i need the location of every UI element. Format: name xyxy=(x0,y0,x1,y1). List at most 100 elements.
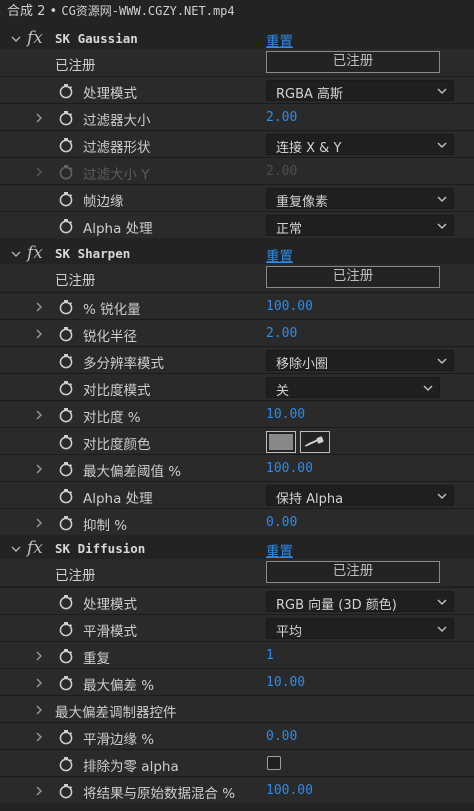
prop-row-diffusion-max-dev: 最大偏差 % 10.00 xyxy=(0,668,474,695)
gaussian-alpha-dropdown[interactable]: 正常 xyxy=(266,215,454,237)
fx-icon[interactable]: fx xyxy=(27,28,43,48)
sharpen-radius-value[interactable]: 2.00 xyxy=(266,326,297,341)
prop-row-sharpen-contrast-color: 对比度颜色 xyxy=(0,427,474,454)
stopwatch-icon[interactable] xyxy=(58,648,74,664)
prop-row-diffusion-repeat: 重复 1 xyxy=(0,641,474,668)
prop-row-diffusion-smooth-edge: 平滑边缘 % 0.00 xyxy=(0,722,474,749)
diffusion-repeat-value[interactable]: 1 xyxy=(266,648,274,663)
gaussian-mode-dropdown[interactable]: RGBA 高斯 xyxy=(266,80,454,102)
sharpen-max-dev-value[interactable]: 100.00 xyxy=(266,461,313,476)
dropdown-value: 重复像素 xyxy=(276,195,329,210)
eyedropper-icon xyxy=(304,436,324,447)
gaussian-filter-size-label: 过滤器大小 xyxy=(83,113,151,129)
twirl-open-icon[interactable] xyxy=(10,248,22,260)
sharpen-multires-label: 多分辨率模式 xyxy=(83,356,164,372)
twirl-open-icon[interactable] xyxy=(10,33,22,45)
diffusion-mode-label: 处理模式 xyxy=(83,597,137,613)
dropdown-value: RGB 向量 (3D 颜色) xyxy=(276,598,397,613)
chevron-down-icon xyxy=(437,88,447,94)
registered-button-sharpen[interactable]: 已注册 xyxy=(266,266,440,288)
stopwatch-icon[interactable] xyxy=(58,110,74,126)
dropdown-value: 平均 xyxy=(276,625,303,640)
twirl-closed-icon[interactable] xyxy=(34,677,46,689)
dropdown-value: 正常 xyxy=(276,222,303,237)
stopwatch-icon[interactable] xyxy=(58,83,74,99)
diffusion-smooth-mode-dropdown[interactable]: 平均 xyxy=(266,618,454,640)
stopwatch-icon[interactable] xyxy=(58,380,74,396)
reset-link-diffusion[interactable]: 重置 xyxy=(266,540,293,560)
diffusion-mode-dropdown[interactable]: RGB 向量 (3D 颜色) xyxy=(266,591,454,613)
stopwatch-icon[interactable] xyxy=(58,756,74,772)
diffusion-max-dev-label: 最大偏差 % xyxy=(83,678,155,694)
chevron-down-icon xyxy=(437,223,447,229)
registered-button-diffusion[interactable]: 已注册 xyxy=(266,561,440,583)
stopwatch-icon[interactable] xyxy=(58,594,74,610)
prop-row-sharpen-radius: 锐化半径 2.00 xyxy=(0,319,474,346)
stopwatch-icon[interactable] xyxy=(58,515,74,531)
twirl-closed-icon[interactable] xyxy=(34,704,46,716)
stopwatch-icon[interactable] xyxy=(58,299,74,315)
stopwatch-icon[interactable] xyxy=(58,407,74,423)
prop-row-sharpen-alpha: Alpha 处理 保持 Alpha xyxy=(0,481,474,508)
stopwatch-icon[interactable] xyxy=(58,461,74,477)
color-swatch[interactable] xyxy=(266,431,296,453)
effect-header-gaussian: fx SK Gaussian 重置 xyxy=(0,25,474,52)
twirl-closed-icon[interactable] xyxy=(34,463,46,475)
gaussian-filter-shape-dropdown[interactable]: 连接 X & Y xyxy=(266,134,454,156)
diffusion-smooth-edge-value[interactable]: 0.00 xyxy=(266,729,297,744)
stopwatch-icon[interactable] xyxy=(58,218,74,234)
dropdown-value: 连接 X & Y xyxy=(276,141,342,156)
stopwatch-icon[interactable] xyxy=(58,191,74,207)
twirl-closed-icon[interactable] xyxy=(34,112,46,124)
registered-button-gaussian[interactable]: 已注册 xyxy=(266,51,440,73)
diffusion-blend-value[interactable]: 100.00 xyxy=(266,783,313,798)
twirl-open-icon[interactable] xyxy=(10,543,22,555)
gaussian-size-y-label: 过滤大小 Y xyxy=(83,167,150,183)
gaussian-filter-size-value[interactable]: 2.00 xyxy=(266,110,297,125)
twirl-closed-icon[interactable] xyxy=(34,785,46,797)
stopwatch-icon[interactable] xyxy=(58,783,74,799)
fx-icon[interactable]: fx xyxy=(27,538,43,558)
twirl-closed-icon[interactable] xyxy=(34,650,46,662)
stopwatch-icon[interactable] xyxy=(58,488,74,504)
eyedropper-button[interactable] xyxy=(300,431,330,453)
gaussian-mode-label: 处理模式 xyxy=(83,86,137,102)
title-file: CG资源网-WWW.CGZY.NET.mp4 xyxy=(61,4,235,18)
stopwatch-icon[interactable] xyxy=(58,434,74,450)
stopwatch-icon[interactable] xyxy=(58,353,74,369)
sharpen-suppress-value[interactable]: 0.00 xyxy=(266,515,297,530)
stopwatch-icon[interactable] xyxy=(58,675,74,691)
sharpen-alpha-dropdown[interactable]: 保持 Alpha xyxy=(266,485,454,507)
prop-row-diffusion-smooth-mode: 平滑模式 平均 xyxy=(0,614,474,641)
sharpen-amount-label: % 锐化量 xyxy=(83,302,141,318)
twirl-closed-icon[interactable] xyxy=(34,517,46,529)
stopwatch-icon[interactable] xyxy=(58,621,74,637)
exclude-alpha-checkbox[interactable] xyxy=(267,756,281,770)
reset-link-gaussian[interactable]: 重置 xyxy=(266,30,293,50)
prop-row-gaussian-mode: 处理模式 RGBA 高斯 xyxy=(0,76,474,103)
stopwatch-icon[interactable] xyxy=(58,729,74,745)
stopwatch-icon[interactable] xyxy=(58,137,74,153)
prop-row-diffusion-modulator: 最大偏差调制器控件 xyxy=(0,695,474,722)
stopwatch-icon[interactable] xyxy=(58,326,74,342)
reset-link-sharpen[interactable]: 重置 xyxy=(266,245,293,265)
gaussian-edge-dropdown[interactable]: 重复像素 xyxy=(266,188,454,210)
prop-row-sharpen-multires: 多分辨率模式 移除小圈 xyxy=(0,346,474,373)
twirl-closed-icon[interactable] xyxy=(34,731,46,743)
sharpen-contrast-mode-dropdown[interactable]: 关 xyxy=(266,377,440,399)
sharpen-suppress-label: 抑制 % xyxy=(83,518,128,534)
prop-row-registered-diffusion: 已注册 已注册 xyxy=(0,559,474,586)
dropdown-value: RGBA 高斯 xyxy=(276,87,344,102)
diffusion-exclude-label: 排除为零 alpha xyxy=(83,759,179,775)
twirl-closed-icon[interactable] xyxy=(34,301,46,313)
sharpen-contrast-value[interactable]: 10.00 xyxy=(266,407,305,422)
sharpen-amount-value[interactable]: 100.00 xyxy=(266,299,313,314)
prop-row-sharpen-contrast: 对比度 % 10.00 xyxy=(0,400,474,427)
twirl-closed-icon xyxy=(34,166,46,178)
diffusion-max-dev-value[interactable]: 10.00 xyxy=(266,675,305,690)
sharpen-multires-dropdown[interactable]: 移除小圈 xyxy=(266,350,454,372)
twirl-closed-icon[interactable] xyxy=(34,409,46,421)
twirl-closed-icon[interactable] xyxy=(34,328,46,340)
fx-icon[interactable]: fx xyxy=(27,243,43,263)
gaussian-filter-shape-label: 过滤器形状 xyxy=(83,140,151,156)
